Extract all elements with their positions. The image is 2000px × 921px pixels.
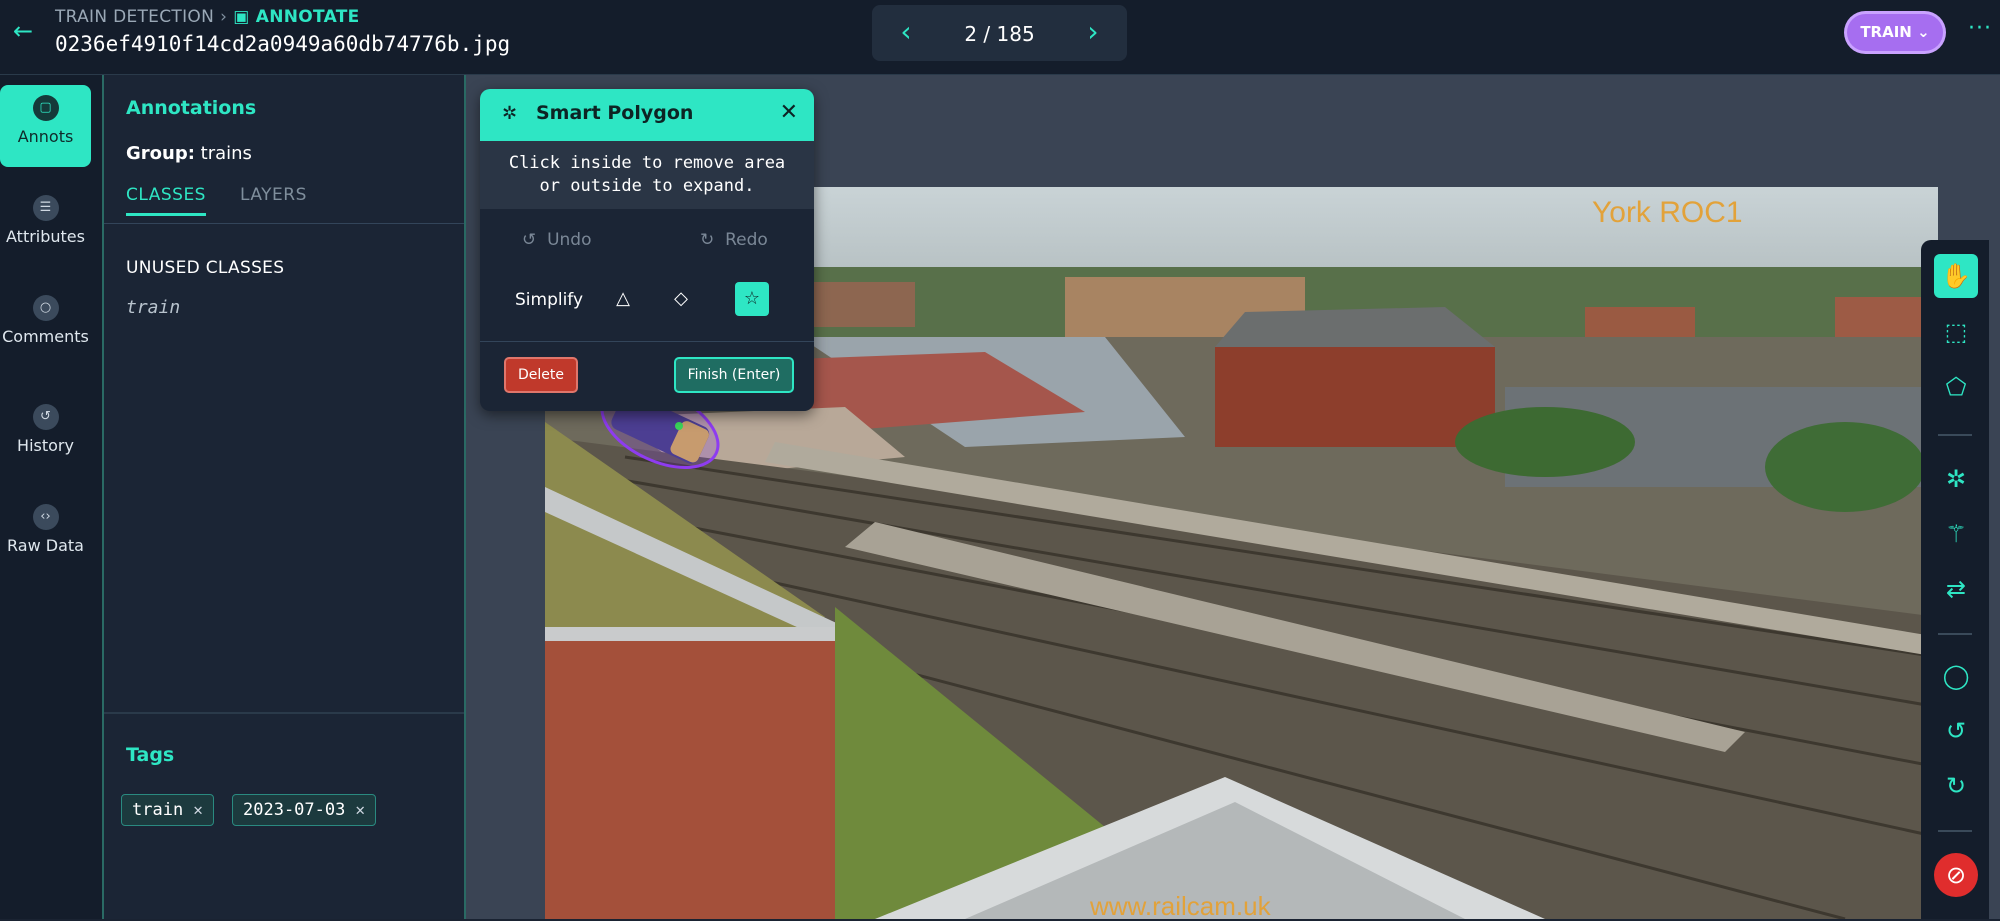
file-name: 0236ef4910f14cd2a0949a60db74776b.jpg bbox=[55, 32, 511, 56]
smart-polygon-title: Smart Polygon bbox=[536, 102, 694, 124]
tool-bar: ✋ ⬚ ⬠ ✲ ⚚ ⇄ ◯ ↺ ↻ ⊘ bbox=[1921, 240, 1989, 919]
magic-wand-icon: ✲ bbox=[502, 103, 518, 124]
undo-icon[interactable]: ↺ bbox=[1934, 709, 1978, 753]
simplify-label: Simplify bbox=[515, 290, 584, 310]
divider bbox=[1938, 830, 1972, 832]
more-options-icon[interactable]: ··· bbox=[1968, 16, 1992, 41]
annotate-icon: ▣ bbox=[233, 7, 256, 27]
tag-chip: 2023-07-03 ✕ bbox=[232, 794, 376, 826]
history-icon: ↺ bbox=[32, 404, 59, 430]
divider bbox=[1938, 434, 1972, 436]
hide-annotations-icon[interactable]: ⊘ bbox=[1934, 853, 1978, 897]
hand-pan-icon[interactable]: ✋ bbox=[1934, 254, 1978, 298]
next-image-button[interactable]: › bbox=[1079, 18, 1107, 47]
group-label: Group: bbox=[126, 143, 195, 164]
comment-icon[interactable]: ◯ bbox=[1934, 654, 1978, 698]
unused-class-item[interactable]: train bbox=[126, 297, 180, 318]
breadcrumb-current: ANNOTATE bbox=[255, 7, 360, 27]
nav-label: Comments bbox=[2, 327, 89, 346]
nav-raw-data[interactable]: ‹› Raw Data bbox=[0, 494, 91, 576]
smart-polygon-instructions: Click inside to remove area or outside t… bbox=[480, 141, 814, 209]
nav-comments[interactable]: ○ Comments bbox=[0, 285, 91, 367]
nav-annots[interactable]: ▢ Annots bbox=[0, 85, 91, 167]
magic-wand-icon[interactable]: ⚚ bbox=[1934, 512, 1978, 556]
tab-layers[interactable]: LAYERS bbox=[240, 185, 307, 205]
overlay-top-right: York ROC1 bbox=[1592, 196, 1743, 229]
annotations-panel: Annotations Group: trains CLASSES LAYERS… bbox=[104, 75, 466, 919]
list-icon: ☰ bbox=[32, 195, 59, 221]
nav-history[interactable]: ↺ History bbox=[0, 394, 91, 476]
comment-icon: ○ bbox=[32, 295, 59, 321]
tags-section: Tags train ✕ 2023-07-03 ✕ bbox=[104, 712, 464, 921]
smart-polygon-icon[interactable]: ✲ bbox=[1934, 457, 1978, 501]
undo-button[interactable]: ↺ Undo bbox=[522, 230, 591, 250]
chevron-down-icon: ⌄ bbox=[1917, 23, 1930, 41]
chevron-right-icon: › bbox=[220, 7, 228, 27]
panel-tabs: CLASSES LAYERS bbox=[104, 185, 464, 224]
nav-label: Raw Data bbox=[7, 536, 84, 555]
split-dropdown[interactable]: TRAIN ⌄ bbox=[1847, 14, 1943, 51]
annotation-icon: ▢ bbox=[32, 95, 59, 121]
tag-label: train bbox=[132, 800, 184, 820]
unused-classes-heading: UNUSED CLASSES bbox=[126, 258, 285, 278]
image-pager: ‹ 2 / 185 › bbox=[872, 5, 1127, 61]
undo-label: Undo bbox=[547, 230, 592, 250]
polygon-vertex[interactable] bbox=[675, 422, 683, 430]
delete-button[interactable]: Delete bbox=[504, 357, 578, 393]
nav-attributes[interactable]: ☰ Attributes bbox=[0, 185, 91, 267]
simplify-diamond-icon[interactable]: ◇ bbox=[664, 282, 698, 316]
simplify-star-icon[interactable]: ☆ bbox=[735, 282, 769, 316]
close-icon[interactable]: ✕ bbox=[193, 800, 203, 819]
split-label: TRAIN bbox=[1860, 23, 1912, 41]
group-value: trains bbox=[200, 143, 252, 164]
code-icon: ‹› bbox=[32, 504, 59, 530]
redo-label: Redo bbox=[725, 230, 768, 250]
close-icon[interactable]: ✕ bbox=[355, 800, 365, 819]
tags-title: Tags bbox=[126, 744, 175, 766]
breadcrumb: TRAIN DETECTION › ▣ ANNOTATE bbox=[55, 7, 360, 27]
bounding-box-icon[interactable]: ⬚ bbox=[1934, 310, 1978, 354]
breadcrumb-project[interactable]: TRAIN DETECTION bbox=[55, 7, 214, 27]
back-arrow-icon[interactable]: ← bbox=[10, 18, 36, 44]
redo-button[interactable]: ↻ Redo bbox=[700, 230, 768, 250]
overlay-bottom: www.railcam.uk bbox=[1089, 891, 1272, 919]
panel-title: Annotations bbox=[126, 97, 257, 119]
tag-label: 2023-07-03 bbox=[243, 800, 346, 820]
polygon-tool-icon[interactable]: ⬠ bbox=[1934, 365, 1978, 409]
group-line: Group: trains bbox=[126, 143, 252, 164]
simplify-triangle-icon[interactable]: △ bbox=[606, 282, 640, 316]
instruction-line: Click inside to remove area bbox=[508, 153, 786, 173]
divider bbox=[1938, 633, 1972, 635]
divider bbox=[480, 341, 814, 342]
tab-classes[interactable]: CLASSES bbox=[126, 185, 206, 216]
finish-button[interactable]: Finish (Enter) bbox=[674, 357, 794, 393]
left-nav: ▢ Annots ☰ Attributes ○ Comments ↺ Histo… bbox=[0, 75, 104, 919]
redo-icon: ↻ bbox=[700, 230, 715, 250]
nav-label: History bbox=[17, 436, 74, 455]
redo-icon[interactable]: ↻ bbox=[1934, 764, 1978, 808]
close-icon[interactable]: ✕ bbox=[780, 100, 798, 125]
tag-chip: train ✕ bbox=[121, 794, 214, 826]
nav-label: Annots bbox=[17, 127, 74, 146]
instruction-line: or outside to expand. bbox=[539, 176, 755, 196]
smart-polygon-popup: ✲ Smart Polygon ✕ Click inside to remove… bbox=[480, 89, 814, 411]
smart-polygon-header: ✲ Smart Polygon ✕ bbox=[480, 89, 814, 141]
nav-label: Attributes bbox=[6, 227, 85, 246]
top-bar: ← TRAIN DETECTION › ▣ ANNOTATE 0236ef4910f… bbox=[0, 0, 2000, 75]
undo-icon: ↺ bbox=[522, 230, 537, 250]
repeat-icon[interactable]: ⇄ bbox=[1934, 567, 1978, 611]
